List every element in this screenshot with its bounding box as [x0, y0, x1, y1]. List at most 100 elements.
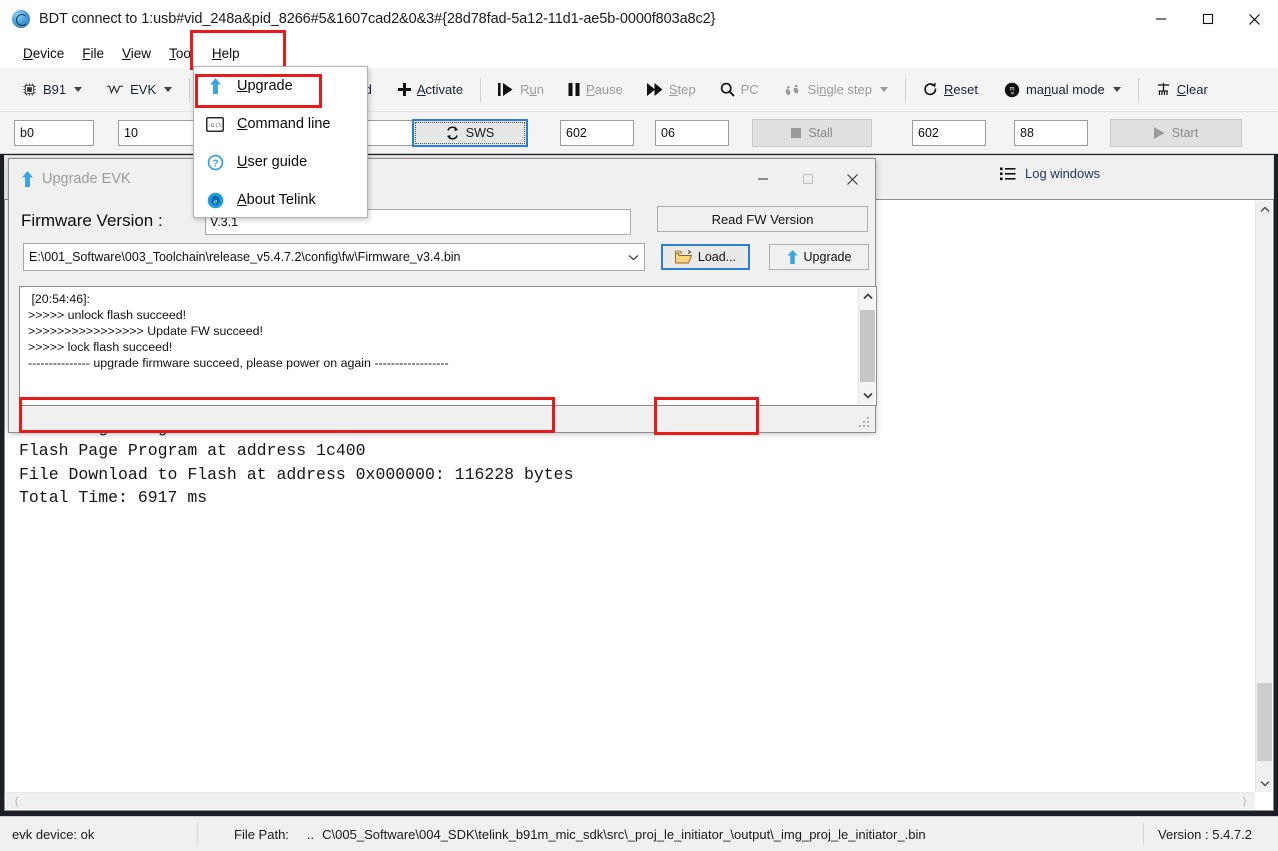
log-scroll-thumb[interactable] [1257, 683, 1272, 761]
dialog-scroll-thumb[interactable] [860, 310, 875, 382]
start-label: Start [1172, 126, 1198, 140]
menu-help[interactable]: Help [203, 43, 249, 64]
dialog-log-panel[interactable]: [20:54:46]: >>>>> unlock flash succeed! … [19, 286, 877, 406]
plus-icon [398, 83, 411, 96]
dialog-log-scrollbar[interactable] [858, 288, 875, 404]
file-path-label: File Path: [234, 827, 289, 842]
interface-select-label: EVK [130, 82, 156, 97]
toolbar-mode-label: manual mode [1026, 82, 1105, 97]
window-title: BDT connect to 1:usb#vid_248a&pid_8266#5… [39, 11, 715, 27]
close-button[interactable] [1231, 0, 1278, 38]
open-folder-icon [675, 250, 692, 264]
upload-arrow-icon [205, 78, 225, 94]
stall-button[interactable]: Stall [752, 119, 872, 147]
parameter-toolbar: b0 10 SWS 602 06 Stall 602 88 Start [0, 112, 1278, 154]
scroll-right-icon[interactable]: ⟩ [1236, 793, 1253, 810]
tab-log-windows[interactable]: Log windows [1000, 166, 1100, 181]
dialog-upgrade-label: Upgrade [804, 250, 852, 264]
scroll-left-icon[interactable]: ⟨ [8, 793, 25, 810]
status-divider-2 [1143, 823, 1144, 845]
scroll-up-icon[interactable] [1256, 201, 1273, 218]
toolbar-pc-button[interactable]: PC [712, 78, 767, 101]
sws-button[interactable]: SWS [412, 119, 528, 147]
menu-item-command-line-label: Command line [237, 116, 331, 132]
file-path-prefix: .. [307, 827, 314, 842]
manual-mode-icon: mm [1004, 82, 1020, 98]
toolbar-run-button[interactable]: Run [490, 78, 552, 101]
toolbar-reset-label: Reset [944, 82, 978, 97]
svg-text:m: m [1011, 90, 1015, 95]
toolbar-pause-button[interactable]: Pause [560, 78, 631, 101]
log-vertical-scrollbar[interactable] [1255, 201, 1272, 792]
menu-item-command-line[interactable]: c:\ Command line [194, 105, 367, 143]
param-field-7[interactable]: 88 [1014, 120, 1088, 146]
svg-text:?: ? [212, 158, 218, 169]
log-horizontal-scrollbar[interactable]: ⟨ ⟩ [6, 792, 1255, 809]
load-button[interactable]: Load... [661, 244, 750, 270]
telink-logo-icon: e [205, 192, 225, 209]
menu-item-user-guide[interactable]: ? User guide [194, 143, 367, 181]
param-field-6[interactable]: 602 [912, 120, 986, 146]
stop-icon [791, 128, 801, 138]
minimize-button[interactable] [1137, 0, 1184, 38]
menu-item-upgrade[interactable]: Upgrade [194, 67, 367, 105]
device-status: evk device: ok [12, 827, 197, 842]
param-field-5[interactable]: 06 [655, 120, 729, 146]
upgrade-evk-dialog: Upgrade EVK Firmware Version : V.3.1 Rea… [8, 158, 876, 433]
interface-select-dropdown[interactable]: EVK [98, 78, 180, 101]
toolbar-reset-button[interactable]: Reset [915, 78, 986, 101]
dialog-window-controls [740, 159, 875, 199]
param-field-3[interactable] [360, 120, 418, 146]
waveform-icon [106, 83, 124, 96]
toolbar-mode-dropdown[interactable]: mm manual mode [996, 78, 1129, 102]
menu-item-about-telink-label: About Telink [237, 192, 316, 208]
dialog-title: Upgrade EVK [42, 171, 131, 187]
chevron-down-icon [164, 87, 172, 92]
title-bar: BDT connect to 1:usb#vid_248a&pid_8266#5… [0, 0, 1278, 38]
version-label: Version : 5.4.7.2 [1158, 827, 1252, 842]
menu-file[interactable]: File [73, 43, 113, 64]
toolbar-clear-label: Clear [1177, 82, 1208, 97]
toolbar-separator-4 [1138, 78, 1139, 102]
chip-select-dropdown[interactable]: B91 [14, 78, 90, 101]
stall-label: Stall [808, 126, 832, 140]
dialog-minimize-button[interactable] [740, 159, 785, 199]
dialog-resize-grip[interactable] [858, 416, 871, 429]
dialog-close-button[interactable] [830, 159, 875, 199]
toolbar-step-button[interactable]: Step [639, 78, 704, 101]
step-icon [647, 83, 663, 96]
dialog-log-text: [20:54:46]: >>>>> unlock flash succeed! … [28, 291, 449, 371]
application-window: BDT connect to 1:usb#vid_248a&pid_8266#5… [0, 0, 1278, 851]
param-field-1[interactable]: b0 [14, 120, 94, 146]
toolbar-clear-button[interactable]: Clear [1148, 78, 1216, 101]
scroll-up-icon[interactable] [859, 288, 876, 305]
firmware-path-combobox[interactable]: E:\001_Software\003_Toolchain\release_v5… [23, 243, 645, 271]
toolbar-activate-label: Activate [417, 82, 463, 97]
search-icon [720, 82, 735, 97]
menu-tool[interactable]: Tool [160, 43, 203, 64]
dialog-upgrade-button[interactable]: Upgrade [769, 244, 869, 270]
read-fw-version-button[interactable]: Read FW Version [657, 206, 868, 232]
question-circle-icon: ? [205, 154, 225, 171]
upload-arrow-icon [787, 250, 798, 264]
param-field-4[interactable]: 602 [560, 120, 634, 146]
toolbar-activate-button[interactable]: Activate [390, 78, 471, 101]
scroll-down-icon[interactable] [1256, 775, 1273, 792]
status-divider-1 [197, 823, 198, 845]
console-icon: c:\ [205, 117, 225, 132]
chevron-down-icon[interactable] [622, 244, 644, 270]
start-button[interactable]: Start [1110, 119, 1242, 147]
param-field-2[interactable]: 10 [118, 120, 196, 146]
footsteps-icon [785, 83, 802, 96]
toolbar-single-step-dropdown[interactable]: Single step [777, 78, 896, 101]
scroll-down-icon[interactable] [859, 387, 876, 404]
menu-item-about-telink[interactable]: e About Telink [194, 181, 367, 219]
dialog-maximize-button [785, 159, 830, 199]
pause-icon [568, 83, 580, 96]
menu-view[interactable]: View [113, 43, 160, 64]
menu-device[interactable]: DDeviceevice [14, 43, 73, 64]
toolbar-single-step-label: Single step [808, 82, 872, 97]
firmware-version-label: Firmware Version : [21, 211, 163, 231]
maximize-button[interactable] [1184, 0, 1231, 38]
toolbar-separator-3 [905, 78, 906, 102]
